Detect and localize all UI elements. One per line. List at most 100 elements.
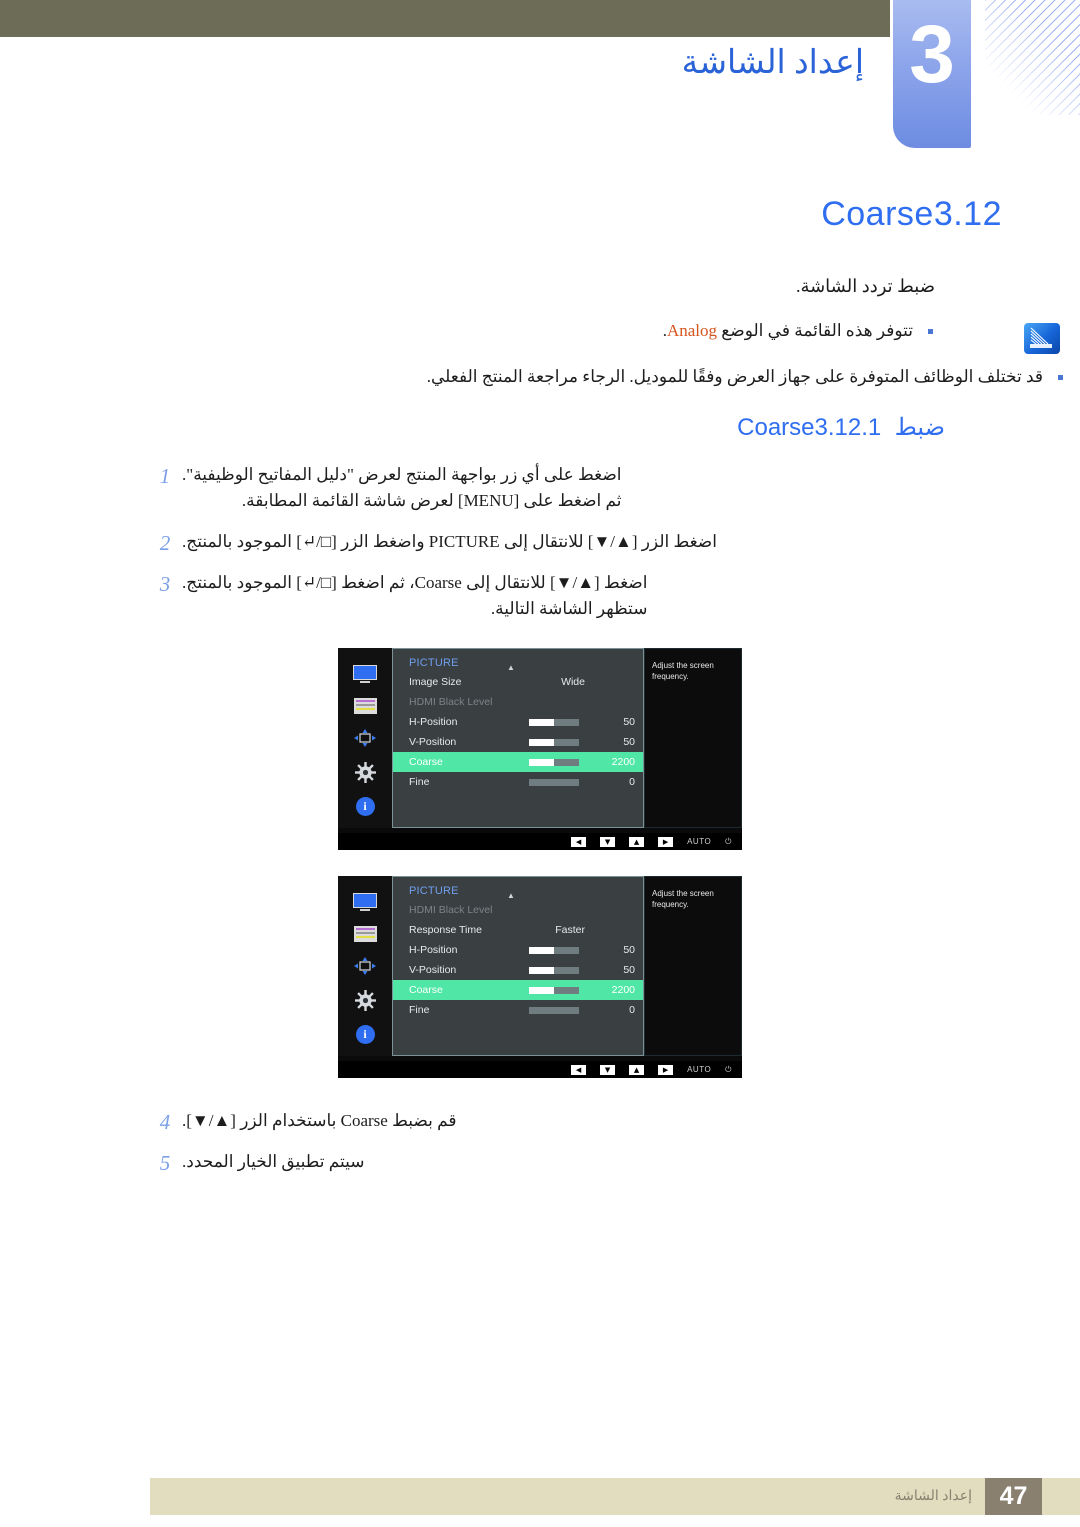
bullet-icon	[928, 329, 933, 334]
osd-row[interactable]: Fine 0	[393, 1000, 643, 1020]
step-body: سيتم تطبيق الخيار المحدد.	[182, 1149, 365, 1175]
power-icon[interactable]: ⏻	[725, 1065, 732, 1075]
step-number: 5	[159, 1151, 171, 1176]
picture-list-icon[interactable]	[353, 925, 377, 942]
osd-row-slider[interactable]	[529, 778, 579, 786]
key-up-icon[interactable]: ▲	[629, 836, 645, 847]
osd-row-value: 2200	[611, 756, 635, 769]
section-lead-text: ضبط تردد الشاشة.	[795, 276, 935, 296]
osd-row[interactable]: H-Position 50	[393, 940, 643, 960]
position-move-icon[interactable]	[353, 956, 377, 976]
osd-row-slider[interactable]	[529, 946, 579, 954]
key-auto-label[interactable]: AUTO	[687, 1065, 711, 1074]
step-line-1: اضغط على أي زر بواجهة المنتج لعرض "دليل …	[182, 465, 622, 484]
step-number: 1	[159, 464, 171, 488]
osd-row-label: Response Time	[409, 924, 482, 937]
footer-chapter-label: إعداد الشاشة	[894, 1489, 972, 1504]
section-title: Coarse3.12	[0, 195, 1080, 234]
osd-sidebar: i	[338, 876, 392, 1057]
note-text-before: تتوفر هذه القائمة في الوضع	[716, 321, 913, 340]
osd-row-label: V-Position	[409, 964, 457, 977]
osd-help-text: Adjust the screen frequency.	[644, 648, 742, 829]
info-icon[interactable]: i	[355, 796, 375, 816]
bullet-icon	[1058, 375, 1063, 380]
osd-screenshot-1-wrap: i PICTURE ▲ Image Size Wide HDMI Black L…	[0, 648, 1080, 851]
gear-icon[interactable]	[354, 761, 376, 783]
step-item: اضغط الزر [▲/▼] للانتقال إلى PICTURE واض…	[148, 529, 1080, 556]
step-number: 2	[159, 530, 171, 555]
osd-row-slider[interactable]	[529, 718, 579, 726]
osd-row-selected[interactable]: Coarse 2200	[393, 980, 643, 1001]
osd-row-value: 0	[629, 1004, 635, 1017]
osd-row-slider[interactable]	[529, 986, 579, 994]
osd-row[interactable]: Response Time Faster	[393, 920, 643, 940]
osd-row-value: 50	[623, 964, 635, 977]
osd-bottom-keyguide: ◀ ▼ ▲ ▶ AUTO ⏻	[338, 1061, 742, 1079]
subsection-title-en: Coarse	[737, 414, 815, 441]
osd-row-value: 50	[623, 736, 635, 749]
monitor-icon[interactable]	[353, 892, 377, 912]
osd-row-slider[interactable]	[529, 738, 579, 746]
note-item: قد تختلف الوظائف المتوفرة على جهاز العرض…	[0, 367, 1065, 387]
picture-list-icon[interactable]	[353, 697, 377, 714]
osd-scroll-up-caret[interactable]: ▲	[507, 891, 515, 900]
monitor-icon[interactable]	[353, 664, 377, 684]
step-body: اضغط الزر [▲/▼] للانتقال إلى PICTURE واض…	[182, 529, 717, 555]
chapter-title: إعداد الشاشة	[681, 45, 864, 81]
page-header: 3 إعداد الشاشة	[0, 0, 1080, 160]
osd-category-label: PICTURE	[409, 657, 459, 670]
key-auto-label[interactable]: AUTO	[687, 837, 711, 846]
chapter-title-wrap: إعداد الشاشة	[0, 42, 880, 82]
step-body: اضغط [▲/▼] للانتقال إلى Coarse، ثم اضغط …	[182, 570, 647, 623]
key-down-icon[interactable]: ▼	[600, 836, 616, 847]
osd-scroll-up-caret[interactable]: ▲	[507, 663, 515, 672]
key-left-icon[interactable]: ◀	[571, 1064, 587, 1075]
osd-row[interactable]: H-Position 50	[393, 712, 643, 732]
osd-sidebar: i	[338, 648, 392, 829]
step-number: 3	[159, 571, 171, 596]
key-up-icon[interactable]: ▲	[629, 1064, 645, 1075]
osd-row[interactable]: Image Size Wide	[393, 672, 643, 692]
step-line-2: ستظهر الشاشة التالية.	[490, 599, 648, 619]
note-block: تتوفر هذه القائمة في الوضع Analog. قد تخ…	[0, 321, 1080, 387]
osd-row-value: 0	[629, 776, 635, 789]
gear-icon[interactable]	[354, 989, 376, 1011]
step-line-1: اضغط [▲/▼] للانتقال إلى Coarse، ثم اضغط …	[182, 572, 648, 592]
osd-row-label: Coarse	[409, 756, 443, 769]
note-item: تتوفر هذه القائمة في الوضع Analog.	[0, 321, 935, 341]
info-icon[interactable]: i	[355, 1024, 375, 1044]
step-item: اضغط [▲/▼] للانتقال إلى Coarse، ثم اضغط …	[148, 570, 1080, 623]
osd-row-label: Fine	[409, 776, 430, 789]
step-body: اضغط على أي زر بواجهة المنتج لعرض "دليل …	[182, 462, 622, 515]
position-move-icon[interactable]	[353, 728, 377, 748]
samsung-note-icon	[1024, 323, 1060, 354]
osd-row-slider[interactable]	[529, 1006, 579, 1014]
step-item: قم بضبط Coarse باستخدام الزر [▲/▼]. 4	[148, 1108, 1080, 1135]
osd-row-label: H-Position	[409, 716, 458, 729]
osd-row-label: Image Size	[409, 676, 462, 689]
footer-inner: 47 إعداد الشاشة	[150, 1478, 1080, 1515]
page-number: 47	[985, 1478, 1042, 1515]
key-right-icon[interactable]: ▶	[658, 1064, 674, 1075]
chapter-tab: 3	[893, 0, 971, 148]
key-right-icon[interactable]: ▶	[658, 836, 674, 847]
osd-row-slider[interactable]	[529, 758, 579, 766]
osd-row-value: 2200	[611, 984, 635, 997]
osd-row-selected[interactable]: Coarse 2200	[393, 752, 643, 773]
key-left-icon[interactable]: ◀	[571, 836, 587, 847]
key-down-icon[interactable]: ▼	[600, 1064, 616, 1075]
section-title-text: Coarse	[821, 195, 934, 233]
osd-menu-body: PICTURE ▲ HDMI Black Level Response Time…	[392, 876, 644, 1057]
osd-row[interactable]: V-Position 50	[393, 732, 643, 752]
header-olive-bar	[0, 0, 890, 37]
osd-row-slider[interactable]	[529, 966, 579, 974]
osd-screenshot-1: i PICTURE ▲ Image Size Wide HDMI Black L…	[338, 648, 742, 851]
osd-category-label: PICTURE	[409, 885, 459, 898]
osd-row[interactable]: V-Position 50	[393, 960, 643, 980]
osd-main-area: i PICTURE ▲ Image Size Wide HDMI Black L…	[338, 648, 742, 829]
osd-row: HDMI Black Level	[393, 692, 643, 712]
step-line-2: ثم اضغط على [MENU] لعرض شاشة القائمة الم…	[241, 491, 622, 511]
osd-row-value: 50	[623, 716, 635, 729]
osd-row[interactable]: Fine 0	[393, 772, 643, 792]
power-icon[interactable]: ⏻	[725, 837, 732, 847]
